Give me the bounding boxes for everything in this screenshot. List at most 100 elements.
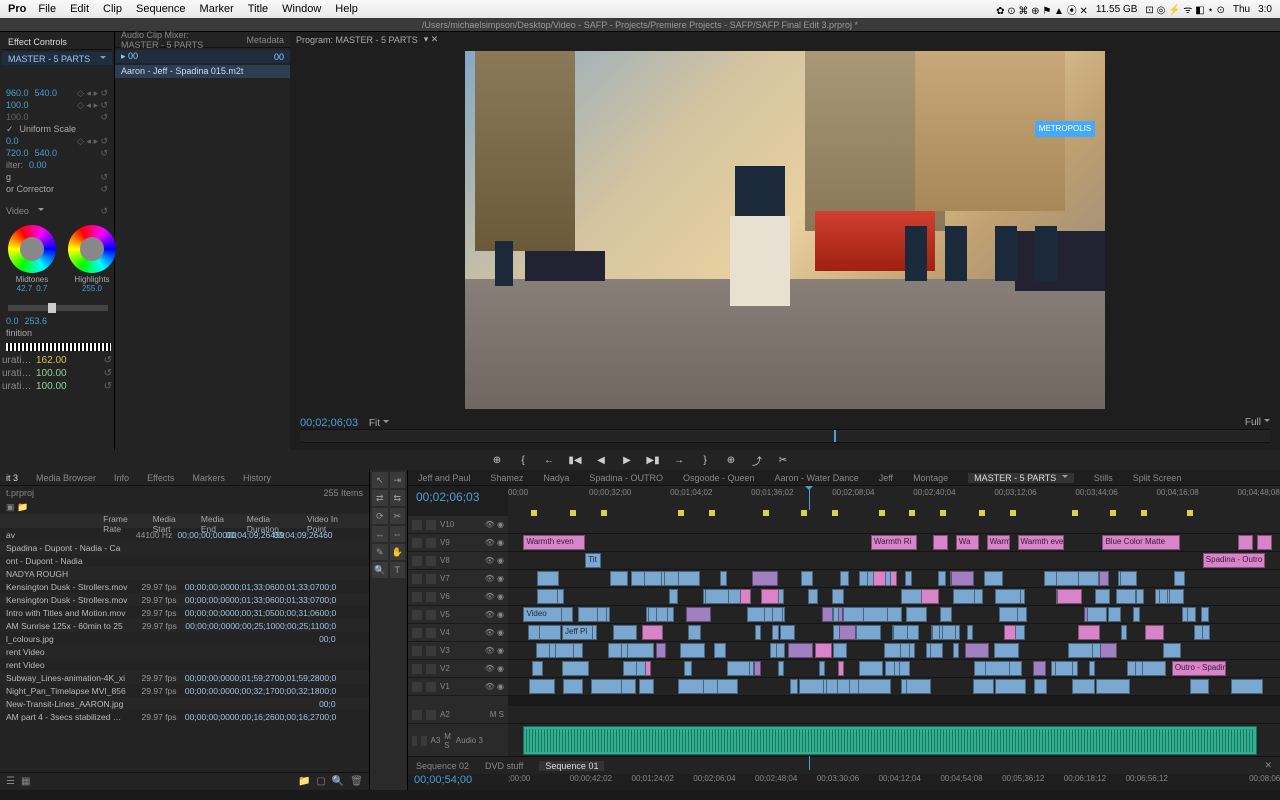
timeline-clip[interactable]: Spadina - Outro - varied xyxy=(1203,553,1265,568)
timeline-clip[interactable] xyxy=(686,607,711,622)
project-row[interactable]: Intro with Titles and Motion.mov29.97 fp… xyxy=(0,606,369,619)
timeline-clip[interactable] xyxy=(942,625,956,640)
timeline-clip[interactable] xyxy=(863,607,887,622)
program-ruler[interactable] xyxy=(300,429,1270,443)
source-clip-name[interactable]: Aaron - Jeff - Spadina 015.m2t xyxy=(115,65,290,78)
timeline-clip[interactable] xyxy=(1108,607,1121,622)
timeline-clip[interactable] xyxy=(838,661,844,676)
timeline-clip[interactable] xyxy=(664,571,679,586)
timeline-clip[interactable] xyxy=(684,661,692,676)
timeline-clip[interactable] xyxy=(613,625,637,640)
timeline-clip[interactable] xyxy=(627,643,654,658)
timeline-clip[interactable] xyxy=(1174,571,1185,586)
timeline-clip[interactable] xyxy=(678,679,704,694)
project-row[interactable]: Spadina - Dupont - Nadia - Ca xyxy=(0,541,369,554)
timeline-clip[interactable] xyxy=(761,589,779,604)
menu-title[interactable]: Title xyxy=(248,3,268,15)
timeline-clip[interactable] xyxy=(985,661,1010,676)
timeline-clip[interactable]: Jeff Pl xyxy=(562,625,593,640)
timeline-clip[interactable] xyxy=(953,589,974,604)
sequence-tab[interactable]: Jeff xyxy=(879,473,893,483)
timeline-clip[interactable] xyxy=(610,571,628,586)
timeline-clip[interactable]: Blue Color Matte xyxy=(1102,535,1179,550)
sequence-tab[interactable]: Shamez xyxy=(490,473,523,483)
timeline-clip[interactable] xyxy=(905,571,912,586)
timeline-clip[interactable] xyxy=(669,589,677,604)
timeline-clip[interactable] xyxy=(788,643,813,658)
timeline-clip[interactable] xyxy=(636,661,647,676)
timeline-clip[interactable] xyxy=(1201,607,1209,622)
bin-icon[interactable]: ▣ 📁 xyxy=(6,502,28,513)
timeline-clip[interactable] xyxy=(754,661,762,676)
timeline-clip[interactable] xyxy=(532,661,542,676)
menu-help[interactable]: Help xyxy=(335,3,358,15)
mark-in-button[interactable]: ⊕ xyxy=(489,453,505,467)
video-track-header[interactable]: V4👁 ◉ xyxy=(408,624,508,642)
timeline-clip[interactable] xyxy=(747,607,765,622)
timeline-clip[interactable] xyxy=(776,643,785,658)
go-in-button[interactable]: { xyxy=(515,453,531,467)
step-fwd-button[interactable]: → xyxy=(671,453,687,467)
timeline-clip[interactable] xyxy=(642,625,664,640)
timeline-clip[interactable] xyxy=(984,571,1003,586)
timeline-clip[interactable] xyxy=(1187,607,1196,622)
rate-tool[interactable]: ⟳ xyxy=(372,508,388,524)
hand-tool[interactable]: ✋ xyxy=(390,544,406,560)
timeline-clip[interactable] xyxy=(555,643,573,658)
project-row[interactable]: AM Sunrise 125x - 60min to 2529.97 fps00… xyxy=(0,619,369,632)
resolution-full[interactable]: Full xyxy=(1245,417,1270,428)
timeline-clip[interactable] xyxy=(1136,589,1144,604)
timeline-clip[interactable] xyxy=(578,607,598,622)
timeline-clip[interactable] xyxy=(1142,661,1166,676)
search-icon[interactable]: 🔍 xyxy=(332,776,344,787)
project-row[interactable]: New-Transit-Lines_AARON.jpg00;0 xyxy=(0,697,369,710)
timeline-clip[interactable]: Warmth xyxy=(987,535,1010,550)
menu-sequence[interactable]: Sequence xyxy=(136,3,186,15)
timeline-timecode[interactable]: 00;02;06;03 xyxy=(408,486,508,510)
play-reverse-button[interactable]: ◀ xyxy=(593,453,609,467)
zoom-tool[interactable]: 🔍 xyxy=(372,562,388,578)
timeline-clip[interactable] xyxy=(1194,625,1203,640)
levels-slider[interactable] xyxy=(8,305,108,311)
timeline-clip[interactable] xyxy=(778,661,784,676)
timeline-ruler[interactable]: 00;0000;00;32;0000;01;04;0200;01;36;0200… xyxy=(508,486,1280,510)
timeline-clip[interactable] xyxy=(832,589,844,604)
timeline-clip[interactable]: Warmth Ri xyxy=(871,535,917,550)
timeline-clip[interactable] xyxy=(953,643,959,658)
play-button[interactable]: ▶ xyxy=(619,453,635,467)
timeline-clip[interactable] xyxy=(1121,625,1127,640)
timeline-clip[interactable] xyxy=(523,726,1256,755)
timeline-clip[interactable] xyxy=(1034,679,1047,694)
sequence-tab[interactable]: Stills xyxy=(1094,473,1113,483)
midtones-wheel[interactable] xyxy=(8,225,56,273)
sequence-tab[interactable]: Montage xyxy=(913,473,948,483)
timeline-clip[interactable] xyxy=(1238,535,1253,550)
timeline-clip[interactable] xyxy=(537,571,559,586)
tab-effects[interactable]: Effects xyxy=(147,473,174,483)
timeline-clip[interactable] xyxy=(906,679,931,694)
tab-project[interactable]: it 3 xyxy=(6,473,18,483)
timeline-clip[interactable] xyxy=(772,625,779,640)
timeline-clip[interactable] xyxy=(1133,607,1140,622)
slip-tool[interactable]: ↔ xyxy=(372,526,388,542)
project-row[interactable]: AM part 4 - 3secs stabilized …29.97 fps0… xyxy=(0,710,369,723)
timeline-clip[interactable] xyxy=(1099,571,1109,586)
project-row[interactable]: ont - Dupont - Nadia xyxy=(0,554,369,567)
timeline-clip[interactable] xyxy=(656,643,666,658)
video-track-header[interactable]: V1👁 ◉ xyxy=(408,678,508,696)
icon-view-icon[interactable]: ▦ xyxy=(21,776,30,787)
prev-frame-button[interactable]: ▮◀ xyxy=(567,453,583,467)
project-row[interactable]: NADYA ROUGH xyxy=(0,567,369,580)
next-frame-button[interactable]: ▶▮ xyxy=(645,453,661,467)
timeline-clip[interactable] xyxy=(562,661,588,676)
project-row[interactable]: av44100 Hz00;00;00;0000000;04;09;2645900… xyxy=(0,528,369,541)
timeline-clip[interactable] xyxy=(1056,571,1079,586)
timeline-clip[interactable] xyxy=(893,625,908,640)
go-out-button[interactable]: } xyxy=(697,453,713,467)
timeline-clip[interactable] xyxy=(995,679,1026,694)
timeline-clip[interactable]: Warmth even xyxy=(1018,535,1064,550)
type-tool[interactable]: T xyxy=(390,562,406,578)
timeline-clip[interactable] xyxy=(1257,535,1272,550)
timeline-clip[interactable] xyxy=(940,607,952,622)
timeline-clip[interactable] xyxy=(1120,571,1137,586)
